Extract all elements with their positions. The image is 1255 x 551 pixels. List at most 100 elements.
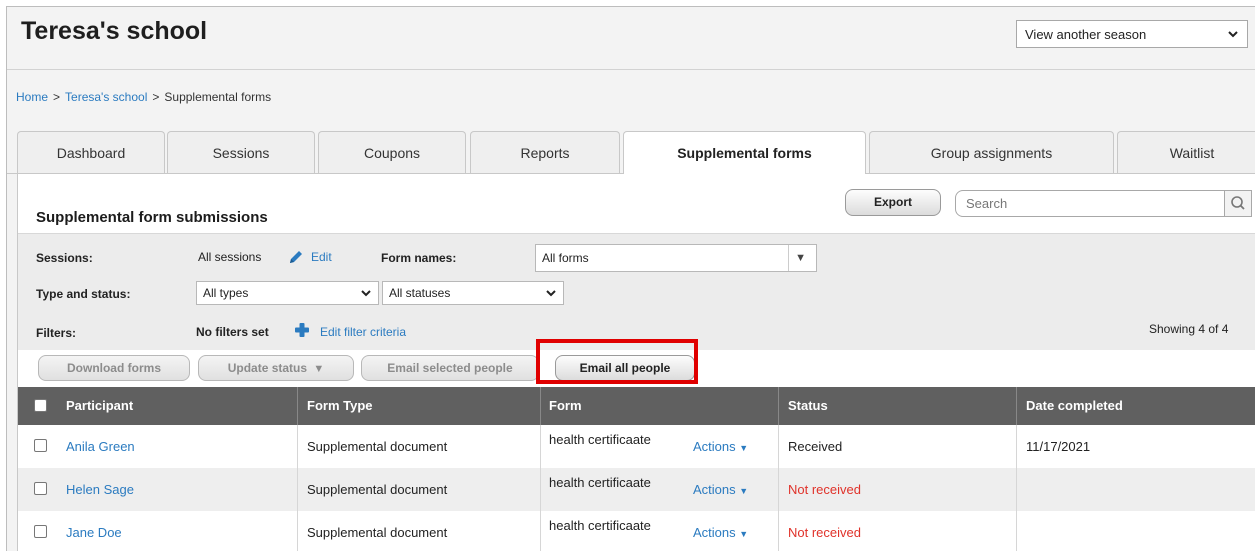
tab-sessions[interactable]: Sessions (167, 131, 315, 173)
actions-dropdown[interactable]: Actions ▼ (693, 511, 748, 551)
school-title: Teresa's school (21, 17, 208, 45)
participant-link[interactable]: Jane Doe (66, 511, 122, 551)
caret-down-icon: ▼ (739, 443, 749, 453)
column-divider (297, 387, 298, 425)
search-button[interactable] (1224, 190, 1252, 217)
form-cell: health certificaate (549, 475, 651, 490)
app-window: Teresa's school View another season Home… (6, 6, 1255, 551)
search-icon (1231, 196, 1245, 210)
select-divider (788, 245, 789, 271)
status-value: All statuses (389, 286, 451, 300)
chevron-down-icon (545, 282, 557, 312)
actions-label: Actions (693, 525, 736, 540)
caret-down-icon: ▼ (739, 529, 749, 539)
column-divider (540, 468, 541, 511)
actions-dropdown[interactable]: Actions ▼ (693, 468, 748, 513)
export-button[interactable]: Export (845, 189, 941, 216)
email-all-people-button[interactable]: Email all people (555, 355, 695, 381)
row-checkbox[interactable] (34, 439, 47, 452)
table-header: Participant Form Type Form Status Date c… (18, 387, 1255, 425)
type-status-label: Type and status: (36, 287, 131, 301)
column-divider (1016, 511, 1017, 551)
breadcrumb-separator: > (53, 90, 61, 104)
table-row: Anila Green Supplemental document health… (18, 425, 1255, 468)
tab-waitlist[interactable]: Waitlist (1117, 131, 1255, 173)
column-divider (778, 511, 779, 551)
edit-filter-criteria-link[interactable]: Edit filter criteria (320, 325, 406, 339)
column-divider (540, 425, 541, 468)
type-select[interactable]: All types (196, 281, 379, 305)
col-date-completed[interactable]: Date completed (1026, 387, 1123, 425)
table-row: Helen Sage Supplemental document health … (18, 468, 1255, 511)
season-select[interactable]: View another season (1016, 20, 1248, 48)
form-names-label: Form names: (381, 251, 457, 265)
column-divider (540, 511, 541, 551)
select-all-checkbox[interactable] (34, 399, 47, 412)
actions-dropdown[interactable]: Actions ▼ (693, 425, 748, 470)
plus-icon[interactable] (293, 321, 311, 342)
column-divider (540, 387, 541, 425)
tab-group-assignments[interactable]: Group assignments (869, 131, 1114, 173)
column-divider (297, 468, 298, 511)
form-cell: health certificaate (549, 432, 651, 447)
tab-coupons[interactable]: Coupons (318, 131, 466, 173)
type-value: All types (203, 286, 249, 300)
actions-label: Actions (693, 439, 736, 454)
update-status-button[interactable]: Update status ▼ (198, 355, 354, 381)
breadcrumb: Home > Teresa's school > Supplemental forms (16, 90, 271, 104)
chevron-down-icon (360, 282, 372, 312)
column-divider (778, 468, 779, 511)
participant-link[interactable]: Helen Sage (66, 468, 134, 511)
column-divider (1016, 387, 1017, 425)
actions-label: Actions (693, 482, 736, 497)
caret-down-icon: ▼ (795, 252, 806, 264)
chevron-down-icon (1227, 28, 1239, 43)
filters-label: Filters: (36, 326, 77, 340)
pencil-icon[interactable] (286, 247, 306, 270)
filter-area: Sessions: All sessions Edit Form names: … (18, 233, 1255, 350)
form-names-value: All forms (542, 251, 589, 265)
page-header: Teresa's school View another season (7, 7, 1255, 69)
breadcrumb-separator: > (152, 90, 160, 104)
tab-supplemental-forms[interactable]: Supplemental forms (623, 131, 866, 174)
sessions-edit-link[interactable]: Edit (311, 250, 332, 264)
column-divider (297, 511, 298, 551)
season-select-label: View another season (1025, 27, 1147, 42)
status-cell: Not received (788, 482, 861, 497)
column-divider (778, 387, 779, 425)
download-forms-button[interactable]: Download forms (38, 355, 190, 381)
search-input[interactable]: Search (955, 190, 1245, 217)
sessions-label: Sessions: (36, 251, 93, 265)
email-selected-button[interactable]: Email selected people (361, 355, 539, 381)
col-form[interactable]: Form (549, 387, 582, 425)
caret-down-icon: ▼ (739, 486, 749, 496)
col-status[interactable]: Status (788, 387, 828, 425)
row-checkbox[interactable] (34, 482, 47, 495)
date-cell: 11/17/2021 (1026, 439, 1091, 454)
status-select[interactable]: All statuses (382, 281, 564, 305)
column-divider (1016, 425, 1017, 468)
caret-down-icon: ▼ (313, 363, 325, 375)
breadcrumb-home[interactable]: Home (16, 90, 48, 104)
status-cell: Not received (788, 525, 861, 540)
tab-dashboard[interactable]: Dashboard (17, 131, 165, 173)
tab-reports[interactable]: Reports (470, 131, 620, 173)
participant-link[interactable]: Anila Green (66, 425, 135, 468)
table-row: Jane Doe Supplemental document health ce… (18, 511, 1255, 551)
main-panel: Supplemental form submissions Export Sea… (17, 174, 1255, 551)
col-participant[interactable]: Participant (66, 387, 133, 425)
form-type-cell: Supplemental document (307, 525, 448, 540)
col-form-type[interactable]: Form Type (307, 387, 373, 425)
form-type-cell: Supplemental document (307, 439, 448, 454)
form-type-cell: Supplemental document (307, 482, 448, 497)
section-title: Supplemental form submissions (36, 209, 268, 226)
filters-value: No filters set (196, 325, 269, 339)
sessions-value: All sessions (198, 250, 262, 264)
showing-count: Showing 4 of 4 (1149, 322, 1229, 336)
breadcrumb-current: Supplemental forms (164, 90, 272, 104)
breadcrumb-school[interactable]: Teresa's school (65, 90, 147, 104)
form-names-select[interactable]: All forms ▼ (535, 244, 817, 272)
update-status-label: Update status (227, 361, 308, 375)
form-cell: health certificaate (549, 518, 651, 533)
row-checkbox[interactable] (34, 525, 47, 538)
